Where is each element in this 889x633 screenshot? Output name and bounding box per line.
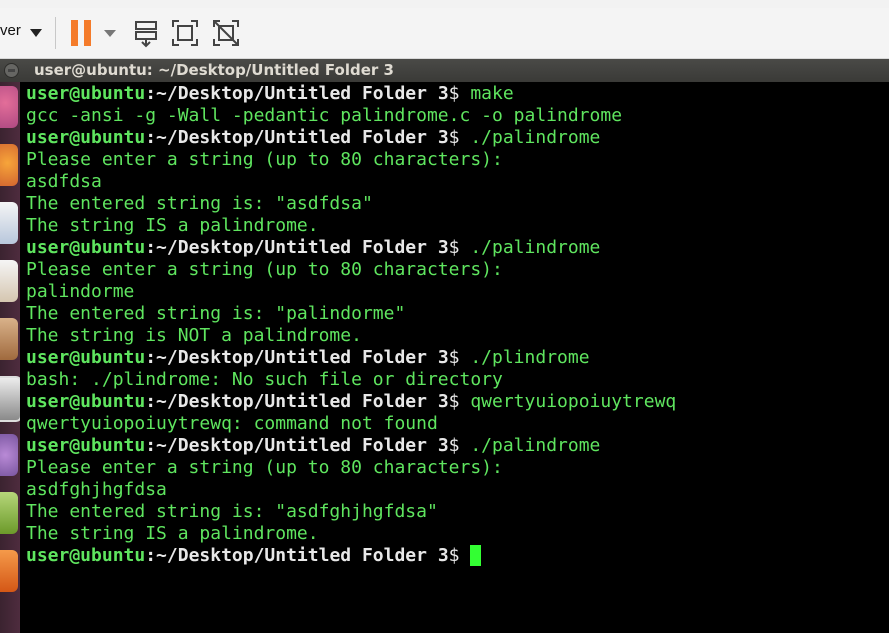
output-line: The string is NOT a palindrome. [26, 325, 362, 346]
output-line: gcc -ansi -g -Wall -pedantic palindrome.… [26, 105, 623, 126]
view-menu-label[interactable]: ver [0, 22, 21, 39]
output-line: The entered string is: "palindorme" [26, 303, 406, 324]
download-icon[interactable] [0, 492, 18, 534]
writer-icon[interactable] [0, 202, 18, 244]
window-close-icon[interactable] [4, 63, 19, 78]
software-center-icon[interactable] [0, 550, 18, 592]
prompt-user: user@ubuntu [26, 347, 146, 368]
prompt-user: user@ubuntu [26, 237, 146, 258]
command-text: qwertyuiopoiuytrewq [459, 391, 677, 412]
prompt-line: user@ubuntu:~/Desktop/Untitled Folder 3$… [26, 347, 590, 369]
prompt-path: :~/Desktop/Untitled Folder 3 [145, 127, 449, 148]
pause-options-chevron-icon[interactable] [104, 30, 116, 37]
terminal-output[interactable]: user@ubuntu:~/Desktop/Untitled Folder 3$… [20, 82, 889, 633]
output-line: Please enter a string (up to 80 characte… [26, 149, 503, 170]
prompt-line: user@ubuntu:~/Desktop/Untitled Folder 3$… [26, 391, 676, 413]
prompt-symbol: $ [448, 237, 460, 258]
prompt-path: :~/Desktop/Untitled Folder 3 [145, 391, 449, 412]
ubuntu-dash-icon[interactable] [0, 86, 18, 128]
command-text [460, 545, 471, 566]
command-text: ./palindrome [459, 237, 601, 258]
text-cursor [470, 545, 482, 566]
prompt-user: user@ubuntu [26, 127, 146, 148]
top-cut-strip [0, 0, 889, 8]
prompt-user: user@ubuntu [26, 391, 146, 412]
chevron-down-icon[interactable] [30, 29, 42, 37]
prompt-line: user@ubuntu:~/Desktop/Untitled Folder 3$ [26, 545, 482, 567]
prompt-user: user@ubuntu [26, 83, 146, 104]
unity-mode-icon[interactable] [211, 18, 241, 48]
prompt-user: user@ubuntu [26, 435, 146, 456]
prompt-path: :~/Desktop/Untitled Folder 3 [145, 435, 449, 456]
send-keys-icon[interactable] [131, 18, 161, 48]
output-line: The entered string is: "asdfghjhgfdsa" [26, 501, 438, 522]
firefox-icon[interactable] [0, 144, 18, 186]
vm-toolbar: ver [0, 8, 889, 59]
prompt-line: user@ubuntu:~/Desktop/Untitled Folder 3$… [26, 83, 514, 105]
prompt-path: :~/Desktop/Untitled Folder 3 [145, 83, 449, 104]
toolbar-divider [55, 17, 56, 49]
output-line: Please enter a string (up to 80 characte… [26, 457, 503, 478]
files-icon[interactable] [0, 318, 18, 360]
fullscreen-icon[interactable] [170, 18, 200, 48]
prompt-symbol: $ [448, 347, 460, 368]
command-text: ./palindrome [459, 435, 601, 456]
prompt-path: :~/Desktop/Untitled Folder 3 [145, 347, 449, 368]
prompt-line: user@ubuntu:~/Desktop/Untitled Folder 3$… [26, 435, 600, 457]
prompt-symbol: $ [448, 545, 460, 566]
unity-launcher [0, 82, 20, 633]
output-line: asdfghjhgfdsa [26, 479, 167, 500]
pause-icon[interactable] [71, 20, 93, 46]
prompt-line: user@ubuntu:~/Desktop/Untitled Folder 3$… [26, 237, 600, 259]
output-line: The string IS a palindrome. [26, 523, 319, 544]
output-line: The entered string is: "asdfdsa" [26, 193, 373, 214]
output-line: asdfdsa [26, 171, 102, 192]
prompt-symbol: $ [448, 435, 460, 456]
app-icon[interactable] [0, 434, 18, 476]
terminal-titlebar: user@ubuntu: ~/Desktop/Untitled Folder 3 [0, 59, 889, 82]
output-line: The string IS a palindrome. [26, 215, 319, 236]
prompt-user: user@ubuntu [26, 545, 146, 566]
window-title: user@ubuntu: ~/Desktop/Untitled Folder 3 [34, 61, 394, 79]
output-line: qwertyuiopoiuytrewq: command not found [26, 413, 438, 434]
prompt-path: :~/Desktop/Untitled Folder 3 [145, 545, 449, 566]
command-text: ./plindrome [459, 347, 590, 368]
command-text: ./palindrome [459, 127, 601, 148]
output-line: bash: ./plindrome: No such file or direc… [26, 369, 503, 390]
prompt-path: :~/Desktop/Untitled Folder 3 [145, 237, 449, 258]
command-text: make [459, 83, 514, 104]
prompt-line: user@ubuntu:~/Desktop/Untitled Folder 3$… [26, 127, 600, 149]
prompt-symbol: $ [448, 127, 460, 148]
calc-icon[interactable] [0, 260, 18, 302]
output-line: Please enter a string (up to 80 characte… [26, 259, 503, 280]
output-line: palindorme [26, 281, 135, 302]
prompt-symbol: $ [448, 83, 460, 104]
prompt-symbol: $ [448, 391, 460, 412]
terminal-icon[interactable] [0, 376, 20, 422]
